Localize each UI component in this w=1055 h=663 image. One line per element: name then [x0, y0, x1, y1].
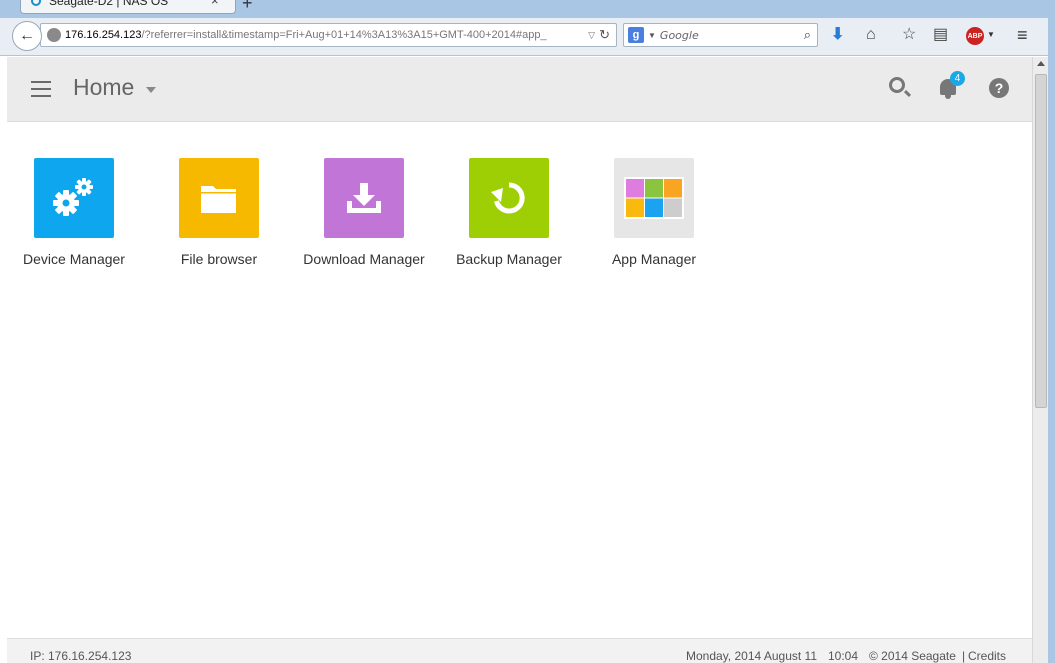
globe-icon — [47, 28, 61, 42]
google-engine-icon[interactable]: g — [628, 27, 644, 43]
footer: IP: 176.16.254.123 Monday, 2014 August 1… — [7, 638, 1032, 663]
seagate-favicon-icon — [31, 0, 41, 6]
app-grid-cell — [626, 179, 644, 198]
footer-time: 10:04 — [828, 649, 859, 663]
folder-icon — [201, 186, 236, 213]
engine-dropdown-icon[interactable]: ▼ — [648, 31, 656, 40]
app-grid-cell — [645, 198, 663, 217]
search-bar[interactable]: g ▼ Google ⌕ — [623, 23, 818, 47]
title-dropdown-icon[interactable] — [146, 87, 156, 93]
tab-title: Seagate-D2 | NAS OS — [49, 0, 169, 8]
scroll-thumb[interactable] — [1035, 74, 1047, 408]
app-launcher-grid: Device Manager File browser Download Man… — [7, 122, 1032, 638]
device-manager-tile[interactable] — [34, 158, 114, 238]
notification-count-badge: 4 — [950, 71, 965, 86]
app-manager-tile[interactable] — [614, 158, 694, 238]
app-device-manager[interactable]: Device Manager — [4, 158, 144, 267]
back-button[interactable]: ← — [12, 21, 42, 51]
page-title[interactable]: Home — [73, 74, 134, 101]
backup-manager-tile[interactable] — [469, 158, 549, 238]
backup-restore-icon — [491, 182, 525, 214]
browser-tab[interactable]: Seagate-D2 | NAS OS × — [20, 0, 236, 14]
app-file-browser[interactable]: File browser — [149, 158, 289, 267]
app-label[interactable]: Backup Manager — [439, 251, 579, 267]
download-tray-icon — [347, 183, 381, 213]
app-download-manager[interactable]: Download Manager — [294, 158, 434, 267]
app-label[interactable]: File browser — [149, 251, 289, 267]
app-grid-cell — [645, 179, 663, 198]
app-backup-manager[interactable]: Backup Manager — [439, 158, 579, 267]
hamburger-menu-icon[interactable] — [31, 81, 51, 97]
browser-tab-strip: Seagate-D2 | NAS OS × + — [0, 0, 1055, 18]
new-tab-button[interactable]: + — [242, 0, 253, 12]
url-host: 176.16.254.123 — [65, 29, 142, 41]
app-label[interactable]: Device Manager — [4, 251, 144, 267]
download-icon[interactable]: ⬇ — [831, 26, 844, 44]
search-icon[interactable] — [889, 77, 905, 93]
reload-icon[interactable]: ↻ — [599, 27, 616, 43]
download-manager-tile[interactable] — [324, 158, 404, 238]
url-path: /?referrer=install&timestamp=Fri+Aug+01+… — [141, 29, 547, 41]
search-icon[interactable]: ⌕ — [804, 27, 817, 43]
app-label[interactable]: Download Manager — [294, 251, 434, 267]
page-scrollbar[interactable] — [1032, 57, 1048, 663]
search-placeholder: Google — [659, 28, 699, 42]
footer-separator: | — [962, 649, 966, 663]
browser-navbar: 176.16.254.123 /?referrer=install&timest… — [0, 18, 1055, 56]
credits-link[interactable]: Credits — [968, 649, 1006, 663]
tab-close-icon[interactable]: × — [211, 0, 219, 8]
app-app-manager[interactable]: App Manager — [584, 158, 724, 267]
home-icon[interactable]: ⌂ — [866, 26, 876, 44]
address-bar[interactable]: 176.16.254.123 /?referrer=install&timest… — [40, 23, 617, 47]
copyright: © 2014 Seagate — [869, 649, 956, 663]
back-arrow-icon: ← — [19, 27, 35, 44]
app-grid-cell — [664, 198, 682, 217]
app-grid-cell — [664, 179, 682, 198]
app-grid-icon — [624, 177, 684, 219]
bookmark-star-icon[interactable]: ☆ — [902, 26, 916, 44]
window-frame-edge — [1048, 18, 1055, 663]
url-history-dropdown-icon[interactable]: ▽ — [584, 30, 599, 41]
adblock-dropdown-icon[interactable]: ▼ — [987, 30, 995, 39]
app-grid-cell — [626, 198, 644, 217]
footer-date: Monday, 2014 August 11 — [686, 649, 817, 663]
app-header: Home 4 ? — [7, 57, 1032, 122]
app-label[interactable]: App Manager — [584, 251, 724, 267]
gears-icon — [53, 178, 93, 216]
adblock-icon[interactable]: ABP — [966, 27, 984, 45]
file-browser-tile[interactable] — [179, 158, 259, 238]
help-icon[interactable]: ? — [989, 78, 1009, 98]
reading-list-icon[interactable]: ▤ — [933, 26, 948, 44]
scroll-up-arrow-icon[interactable] — [1037, 61, 1045, 66]
ip-address: IP: 176.16.254.123 — [30, 649, 132, 663]
menu-icon[interactable]: ≡ — [1017, 26, 1028, 44]
